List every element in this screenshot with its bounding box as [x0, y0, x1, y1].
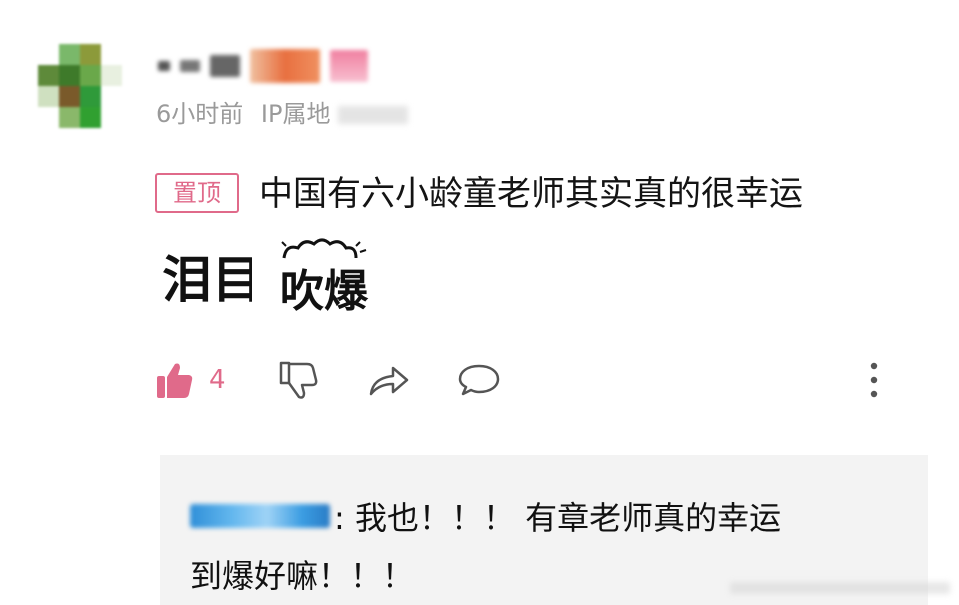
thumbs-up-icon — [157, 363, 193, 398]
thumbs-down-icon — [279, 361, 318, 399]
more-vertical-icon[interactable] — [862, 358, 886, 402]
dislike-button[interactable] — [277, 356, 319, 404]
avatar[interactable] — [38, 44, 122, 128]
share-button[interactable] — [367, 356, 411, 404]
like-button[interactable]: 4 — [155, 356, 226, 404]
reply-text-1: : 我也！！！ 有章老师真的幸运 — [334, 499, 782, 537]
reply-line-1: : 我也！！！ 有章老师真的幸运 — [190, 493, 781, 539]
emoji-row: 泪目 吹爆 — [160, 236, 372, 316]
comment-meta: 6小时前 IP属地 — [156, 94, 409, 129]
tear-eyes-emoji: 泪目 — [162, 251, 252, 307]
share-icon — [369, 366, 409, 396]
emoji-1-text: 泪目 — [162, 251, 252, 307]
emoji-2-text: 吹爆 — [280, 266, 369, 316]
reply-text-2: 到爆好嘛！！！ — [190, 557, 415, 595]
blow-up-emoji: 吹爆 — [280, 238, 369, 316]
comment-text: 中国有六小龄童老师其实真的很幸运 — [259, 174, 803, 214]
watermark — [730, 582, 950, 594]
ip-location-label: IP属地 — [260, 100, 331, 128]
reply-username[interactable] — [190, 504, 330, 528]
pinned-badge: 置顶 — [155, 173, 239, 213]
reply-button[interactable] — [457, 356, 501, 404]
comment-bubble-icon — [458, 364, 500, 396]
ip-location-value — [338, 106, 409, 124]
like-count: 4 — [209, 365, 226, 395]
comment-time: 6小时前 — [156, 100, 244, 128]
username[interactable] — [158, 44, 368, 88]
